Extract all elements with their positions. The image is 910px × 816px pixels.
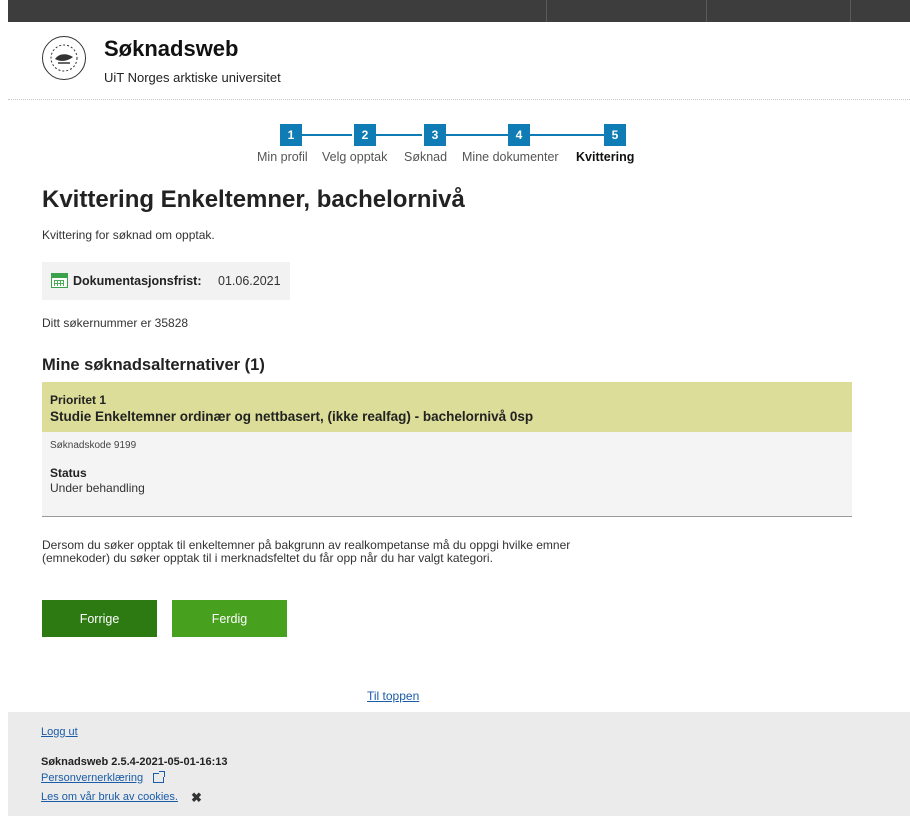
- step-label-soknad[interactable]: Søknad: [404, 150, 447, 164]
- close-icon[interactable]: ✖: [191, 790, 202, 806]
- step-label-mine-dokumenter[interactable]: Mine dokumenter: [462, 150, 559, 164]
- applicant-number: Ditt søkernummer er 35828: [42, 316, 189, 330]
- to-top-link[interactable]: Til toppen: [367, 689, 419, 703]
- site-footer: Logg ut Søknadsweb 2.5.4-2021-05-01-16:1…: [8, 712, 910, 816]
- top-bar-separator: [850, 0, 851, 22]
- step-label-min-profil[interactable]: Min profil: [257, 150, 308, 164]
- intro-text: Kvittering for søknad om opptak.: [42, 228, 215, 242]
- realkompetanse-note: Dersom du søker opptak til enkeltemner p…: [42, 538, 571, 565]
- calendar-icon: [51, 273, 68, 288]
- stepper-line: [444, 134, 508, 136]
- step-label-kvittering: Kvittering: [576, 150, 635, 164]
- alternative-header: Prioritet 1 Studie Enkeltemner ordinær o…: [42, 382, 852, 432]
- cookies-link[interactable]: Les om vår bruk av cookies.: [41, 791, 178, 803]
- application-alternative-card: Prioritet 1 Studie Enkeltemner ordinær o…: [42, 382, 852, 517]
- top-bar-separator: [706, 0, 707, 22]
- step-1-number[interactable]: 1: [280, 124, 302, 146]
- top-bar-background: [8, 0, 910, 22]
- top-bar: [0, 0, 910, 22]
- step-2-number[interactable]: 2: [354, 124, 376, 146]
- step-5-number: 5: [604, 124, 626, 146]
- alternative-code: Søknadskode 9199: [50, 440, 137, 451]
- alternative-status-label: Status: [50, 466, 87, 480]
- stepper-line: [376, 134, 422, 136]
- done-button[interactable]: Ferdig: [172, 600, 287, 637]
- version-text: Søknadsweb 2.5.4-2021-05-01-16:13: [41, 756, 228, 768]
- previous-button[interactable]: Forrige: [42, 600, 157, 637]
- top-bar-separator: [546, 0, 547, 22]
- alternative-study: Studie Enkeltemner ordinær og nettbasert…: [50, 409, 534, 424]
- top-bar-edge: [0, 0, 8, 22]
- external-link-icon[interactable]: [153, 771, 165, 783]
- progress-stepper: 1 2 3 4 5 Min profil Velg opptak Søknad …: [0, 124, 910, 168]
- step-3-number[interactable]: 3: [424, 124, 446, 146]
- logout-link[interactable]: Logg ut: [41, 726, 78, 738]
- step-4-number[interactable]: 4: [508, 124, 530, 146]
- deadline-label: Dokumentasjonsfrist:: [73, 274, 202, 288]
- privacy-link[interactable]: Personvernerklæring: [41, 772, 143, 784]
- site-subtitle: UiT Norges arktiske universitet: [104, 70, 281, 85]
- alternative-status-value: Under behandling: [50, 481, 145, 495]
- stepper-line: [302, 134, 352, 136]
- alternatives-title: Mine søknadsalternativer (1): [42, 356, 265, 374]
- deadline-value: 01.06.2021: [218, 274, 281, 288]
- site-title[interactable]: Søknadsweb: [104, 36, 238, 62]
- header-divider: [8, 99, 910, 100]
- alternative-priority: Prioritet 1: [50, 393, 107, 407]
- step-label-velg-opptak[interactable]: Velg opptak: [322, 150, 387, 164]
- stepper-line: [530, 134, 604, 136]
- documentation-deadline: Dokumentasjonsfrist: 01.06.2021: [42, 262, 290, 300]
- uit-logo-icon[interactable]: [42, 36, 86, 80]
- page-title: Kvittering Enkeltemner, bachelornivå: [42, 186, 465, 213]
